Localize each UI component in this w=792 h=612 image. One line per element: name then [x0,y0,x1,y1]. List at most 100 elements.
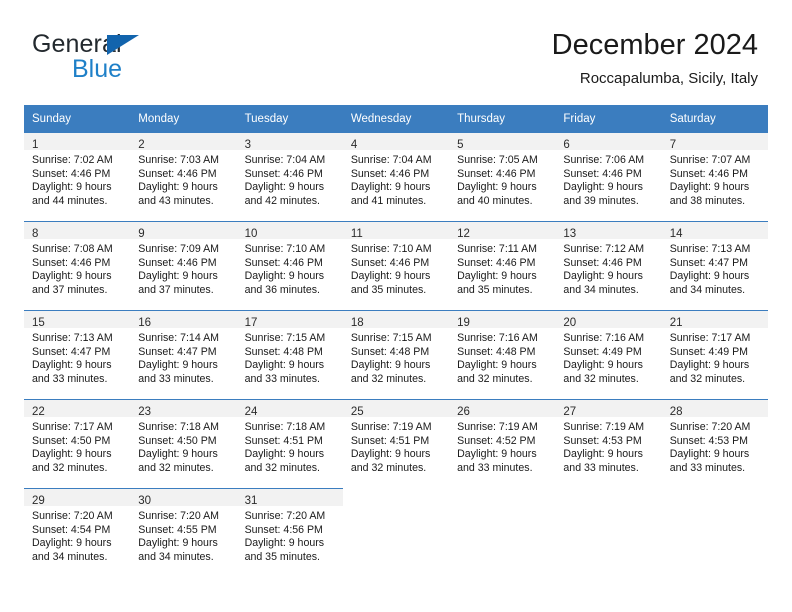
week-row: 15 Sunrise: 7:13 AM Sunset: 4:47 PM Dayligh… [24,310,768,399]
day-number: 25 [350,406,364,418]
day-cell[interactable]: 17 Sunrise: 7:15 AM Sunset: 4:48 PM Dayligh… [236,310,343,399]
calendar-body: 1 Sunrise: 7:02 AM Sunset: 4:46 PM Daylight… [24,132,768,574]
sunrise-text: Sunrise: 7:10 AM [244,243,326,255]
day-cell[interactable]: 24 Sunrise: 7:18 AM Sunset: 4:51 PM Dayligh… [236,399,343,488]
day-cell[interactable]: 1 Sunrise: 7:02 AM Sunset: 4:46 PM Daylight… [24,132,131,221]
day-number: 23 [138,406,152,418]
daylight-text-line1: Daylight: 9 hours [244,537,325,550]
daylight-text-line1: Daylight: 9 hours [32,359,112,372]
daylight-text-line1: Daylight: 9 hours [138,448,218,461]
sunrise-text: Sunrise: 7:12 AM [563,243,645,255]
day-number: 5 [457,139,464,151]
daylight-text-line2: and 32 minutes. [563,372,639,385]
day-number: 22 [32,406,45,418]
day-cell[interactable]: 3 Sunrise: 7:04 AM Sunset: 4:46 PM Daylight… [236,132,343,221]
sunset-text: Sunset: 4:46 PM [244,256,323,269]
sunrise-text: Sunrise: 7:17 AM [32,421,113,433]
daylight-text-line2: and 42 minutes. [244,194,320,207]
sunset-text: Sunset: 4:52 PM [457,434,536,447]
day-cell[interactable]: 21 Sunrise: 7:17 AM Sunset: 4:49 PM Dayligh… [661,310,768,399]
sunrise-text: Sunrise: 7:17 AM [669,332,751,344]
day-number: 1 [32,139,39,151]
day-cell[interactable]: 20 Sunrise: 7:16 AM Sunset: 4:49 PM Dayligh… [555,310,662,399]
general-blue-logo[interactable]: General Blue [32,30,252,90]
sunrise-text: Sunrise: 7:13 AM [669,243,751,255]
weekday-header-monday: Monday [130,105,237,132]
day-cell[interactable]: 30 Sunrise: 7:20 AM Sunset: 4:55 PM Dayligh… [130,488,237,574]
daylight-text-line1: Daylight: 9 hours [32,270,112,283]
sunset-text: Sunset: 4:47 PM [138,345,217,358]
sunset-text: Sunset: 4:46 PM [32,167,111,180]
day-cell[interactable]: 14 Sunrise: 7:13 AM Sunset: 4:47 PM Dayligh… [661,221,768,310]
sunset-text: Sunset: 4:53 PM [669,434,749,447]
sunset-text: Sunset: 4:50 PM [138,434,217,447]
day-cell[interactable]: 15 Sunrise: 7:13 AM Sunset: 4:47 PM Dayligh… [24,310,131,399]
sunset-text: Sunset: 4:53 PM [563,434,642,447]
daylight-text-line2: and 33 minutes. [457,461,533,474]
day-cell[interactable]: 8 Sunrise: 7:08 AM Sunset: 4:46 PM Daylight… [24,221,131,310]
day-cell[interactable]: 4 Sunrise: 7:04 AM Sunset: 4:46 PM Daylight… [342,132,450,221]
calendar-grid: Sunday Monday Tuesday Wednesday Thursday… [24,105,768,574]
day-cell[interactable]: 13 Sunrise: 7:12 AM Sunset: 4:46 PM Dayligh… [555,221,662,310]
day-cell[interactable]: 9 Sunrise: 7:09 AM Sunset: 4:46 PM Daylight… [130,221,237,310]
day-cell[interactable]: 5 Sunrise: 7:05 AM Sunset: 4:46 PM Daylight… [449,132,556,221]
day-cell[interactable]: 6 Sunrise: 7:06 AM Sunset: 4:46 PM Daylight… [555,132,662,221]
daylight-text-line1: Daylight: 9 hours [563,181,643,194]
day-number: 24 [244,406,258,418]
day-number: 14 [669,228,683,240]
daylight-text-line1: Daylight: 9 hours [563,359,643,372]
day-cell[interactable]: 29 Sunrise: 7:20 AM Sunset: 4:54 PM Dayligh… [24,488,131,574]
day-cell[interactable]: 11 Sunrise: 7:10 AM Sunset: 4:46 PM Dayligh… [342,221,450,310]
day-cell-empty [661,488,768,574]
daylight-text-line2: and 34 minutes. [32,550,108,563]
day-cell-empty [449,488,556,574]
calendar-page: General Blue December 2024 Roccapalumba,… [0,0,792,612]
daylight-text-line1: Daylight: 9 hours [32,537,112,550]
day-cell[interactable]: 12 Sunrise: 7:11 AM Sunset: 4:46 PM Dayligh… [449,221,556,310]
day-cell[interactable]: 10 Sunrise: 7:10 AM Sunset: 4:46 PM Dayligh… [236,221,343,310]
daylight-text-line1: Daylight: 9 hours [457,359,537,372]
day-cell[interactable]: 23 Sunrise: 7:18 AM Sunset: 4:50 PM Dayligh… [130,399,237,488]
sunset-text: Sunset: 4:46 PM [457,167,536,180]
day-cell[interactable]: 7 Sunrise: 7:07 AM Sunset: 4:46 PM Daylight… [661,132,768,221]
day-number: 19 [457,317,470,329]
page-header: General Blue December 2024 Roccapalumba,… [24,26,768,98]
daylight-text-line2: and 36 minutes. [244,283,320,296]
daylight-text-line1: Daylight: 9 hours [669,270,750,283]
day-cell[interactable]: 18 Sunrise: 7:15 AM Sunset: 4:48 PM Dayligh… [342,310,450,399]
weekday-header-saturday: Saturday [661,105,768,132]
sunrise-text: Sunrise: 7:19 AM [350,421,432,433]
day-cell[interactable]: 19 Sunrise: 7:16 AM Sunset: 4:48 PM Dayligh… [449,310,556,399]
daylight-text-line2: and 32 minutes. [32,461,108,474]
day-cell[interactable]: 28 Sunrise: 7:20 AM Sunset: 4:53 PM Dayligh… [661,399,768,488]
day-cell[interactable]: 26 Sunrise: 7:19 AM Sunset: 4:52 PM Dayligh… [449,399,556,488]
daylight-text-line2: and 33 minutes. [563,461,639,474]
daylight-text-line1: Daylight: 9 hours [244,359,325,372]
daylight-text-line1: Daylight: 9 hours [457,270,537,283]
day-cell[interactable]: 25 Sunrise: 7:19 AM Sunset: 4:51 PM Dayligh… [342,399,450,488]
title-block: December 2024 Roccapalumba, Sicily, Ital… [552,26,758,90]
sunrise-text: Sunrise: 7:20 AM [669,421,751,433]
sunset-text: Sunset: 4:46 PM [457,256,536,269]
day-cell[interactable]: 16 Sunrise: 7:14 AM Sunset: 4:47 PM Dayligh… [130,310,237,399]
daylight-text-line2: and 35 minutes. [244,550,320,563]
daylight-text-line1: Daylight: 9 hours [457,181,537,194]
daylight-text-line1: Daylight: 9 hours [669,359,750,372]
week-row: 8 Sunrise: 7:08 AM Sunset: 4:46 PM Daylight… [24,221,768,310]
sunset-text: Sunset: 4:47 PM [32,345,111,358]
day-cell[interactable]: 31 Sunrise: 7:20 AM Sunset: 4:56 PM Dayligh… [236,488,343,574]
sunset-text: Sunset: 4:48 PM [350,345,430,358]
sunrise-text: Sunrise: 7:05 AM [457,154,538,166]
sunrise-text: Sunrise: 7:20 AM [244,510,326,522]
day-cell[interactable]: 27 Sunrise: 7:19 AM Sunset: 4:53 PM Dayligh… [555,399,662,488]
day-number: 7 [669,139,677,151]
sunrise-text: Sunrise: 7:08 AM [32,243,113,255]
day-number: 21 [669,317,683,329]
sunrise-text: Sunrise: 7:18 AM [244,421,326,433]
sunrise-text: Sunrise: 7:16 AM [563,332,645,344]
weekday-header-tuesday: Tuesday [236,105,343,132]
day-number: 12 [457,228,470,240]
day-cell[interactable]: 22 Sunrise: 7:17 AM Sunset: 4:50 PM Dayligh… [24,399,131,488]
sunset-text: Sunset: 4:46 PM [32,256,111,269]
day-cell[interactable]: 2 Sunrise: 7:03 AM Sunset: 4:46 PM Daylight… [130,132,237,221]
